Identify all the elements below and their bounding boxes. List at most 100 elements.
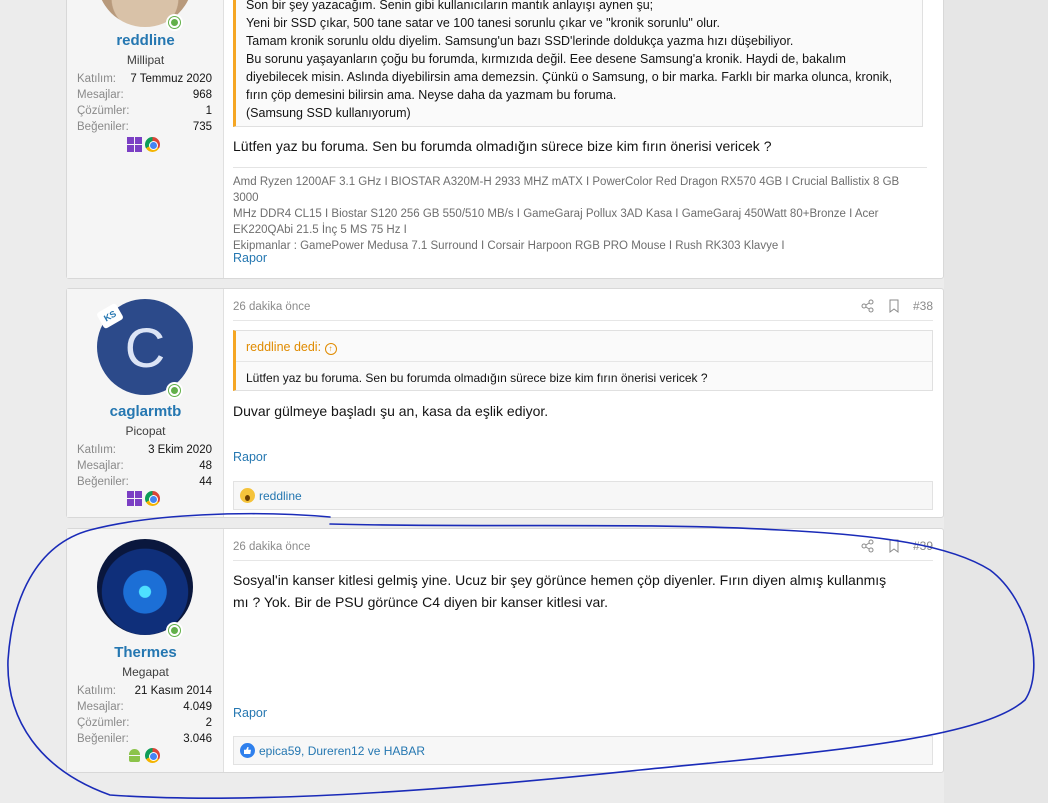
bookmark-icon[interactable] [887,299,901,313]
page-background-right [944,0,1048,803]
online-status-icon [166,622,183,639]
bookmark-icon[interactable] [887,539,901,553]
stat-value: 4.049 [183,701,212,713]
stat-label: Katılım: [77,444,116,456]
online-status-icon [166,14,183,31]
post-number[interactable]: #38 [913,299,933,313]
chrome-icon [145,748,160,763]
quote-text: Lütfen yaz bu foruma. Sen bu forumda olm… [246,371,708,385]
signature-line: Ekipmanlar : GamePower Medusa 7.1 Surrou… [233,240,785,252]
post-body-line: mı ? Yok. Bir de PSU görünce C4 diyen bi… [233,594,609,610]
post-main: Son bir şey yazacağım. Senin gibi kullan… [233,0,933,278]
user-stats: Katılım: 21 Kasım 2014 Mesajlar: 4.049 Çöz… [77,683,212,747]
report-link[interactable]: Rapor [233,251,267,265]
stat-label: Katılım: [77,685,116,697]
post-header: 26 dakika önce #39 [233,539,933,561]
post-caglarmtb: C KS caglarmtb Picopat Katılım: 3 Ekim 20… [66,288,944,518]
quote-line: fırın çöp demesini bilirsin ama. Neyse d… [246,88,617,102]
user-title: Picopat [125,424,166,438]
post-main: 26 dakika önce #38 reddline dedi: ↑ Lütf… [233,289,933,517]
stat-value: 3.046 [183,733,212,745]
share-icon[interactable] [861,539,875,553]
stat-value: 735 [192,121,212,133]
user-sidebar: C KS caglarmtb Picopat Katılım: 3 Ekim 20… [67,289,224,517]
quote-block: reddline dedi: ↑ Lütfen yaz bu foruma. S… [233,330,933,391]
username[interactable]: reddline [67,32,224,49]
quote-block: Son bir şey yazacağım. Senin gibi kullan… [233,0,923,127]
stat-value: 7 Temmuz 2020 [130,73,212,85]
quote-line: (Samsung SSD kullanıyorum) [246,106,411,120]
quote-attribution[interactable]: reddline dedi: ↑ [246,340,337,355]
post-number[interactable]: #39 [913,539,933,553]
report-link[interactable]: Rapor [233,706,267,720]
chrome-icon [145,491,160,506]
post-main: 26 dakika önce #39 Sosyal'in kanser kitl… [233,529,933,772]
signature: Amd Ryzen 1200AF 3.1 GHz I BIOSTAR A320M… [233,167,927,254]
user-sidebar: reddline Millipat Katılım: 7 Temmuz 2020 … [67,0,224,278]
user-sidebar: Thermes Megapat Katılım: 21 Kasım 2014 Me… [67,529,224,772]
stat-value: 2 [205,717,212,729]
stat-value: 3 Ekim 2020 [148,444,212,456]
stat-label: Beğeniler: [77,733,129,745]
signature-line: MHz DDR4 CL15 I Biostar S120 256 GB 550/… [233,208,879,220]
stat-label: Mesajlar: [77,460,124,472]
quote-text: Son bir şey yazacağım. Senin gibi kullan… [246,0,892,122]
windows-icon [127,491,142,506]
post-body-line: Sosyal'in kanser kitlesi gelmiş yine. Uc… [233,572,887,588]
user-title: Megapat [122,665,169,679]
reaction-users[interactable]: reddline [259,489,302,503]
user-badges [127,748,160,763]
stat-label: Mesajlar: [77,701,124,713]
like-reaction-icon [240,743,255,758]
reaction-bar[interactable]: epica59, Dureren12 ve HABAR [233,736,933,765]
post-time[interactable]: 26 dakika önce [233,541,310,553]
quote-line: diyebilecek misin. Aslında diyebilirsin … [246,70,893,84]
share-icon[interactable] [861,299,875,313]
quote-line: Son bir şey yazacağım. Senin gibi kullan… [246,0,654,12]
stat-label: Mesajlar: [77,89,124,101]
avatar[interactable] [97,539,193,639]
username[interactable]: Thermes [67,644,224,661]
avatar-letter: C [124,315,166,379]
android-icon [127,748,142,763]
stat-label: Beğeniler: [77,121,129,133]
avatar[interactable] [97,0,193,31]
quote-line: Tamam kronik sorunlu oldu diyelim. Samsu… [246,34,794,48]
stat-label: Beğeniler: [77,476,129,488]
user-badges [127,137,160,152]
post-time[interactable]: 26 dakika önce [233,301,310,313]
reaction-users[interactable]: epica59, Dureren12 ve HABAR [259,744,425,758]
post-thermes: Thermes Megapat Katılım: 21 Kasım 2014 Me… [66,528,944,773]
user-stats: Katılım: 7 Temmuz 2020 Mesajlar: 968 Çözüm… [77,71,212,135]
post-body: Duvar gülmeye başladı şu an, kasa da eşl… [233,403,549,419]
windows-icon [127,137,142,152]
stat-label: Çözümler: [77,717,130,729]
user-badges [127,491,160,506]
signature-line: EK220QAbi 21.5 İnç 5 MS 75 Hz I [233,224,407,236]
signature-line: Amd Ryzen 1200AF 3.1 GHz I BIOSTAR A320M… [233,176,900,204]
username[interactable]: caglarmtb [67,403,224,420]
stat-label: Katılım: [77,73,116,85]
post-reddline: reddline Millipat Katılım: 7 Temmuz 2020 … [66,0,944,279]
quote-author: reddline dedi: [246,340,322,354]
report-link[interactable]: Rapor [233,450,267,464]
wow-reaction-icon [240,488,255,503]
stat-value: 44 [199,476,212,488]
reaction-bar[interactable]: reddline [233,481,933,510]
post-body: Lütfen yaz bu foruma. Sen bu forumda olm… [233,138,772,154]
online-status-icon [166,382,183,399]
stat-value: 968 [192,89,212,101]
stat-value: 48 [199,460,212,472]
stat-label: Çözümler: [77,105,130,117]
stat-value: 1 [205,105,212,117]
quote-line: Yeni bir SSD çıkar, 500 tane satar ve 10… [246,16,720,30]
stat-value: 21 Kasım 2014 [134,685,212,697]
quote-line: Bu sorunu yaşayanların çoğu bu forumda, … [246,52,846,66]
post-body: Sosyal'in kanser kitlesi gelmiş yine. Uc… [233,569,923,613]
chrome-icon [145,137,160,152]
post-header: 26 dakika önce #38 [233,299,933,321]
user-title: Millipat [126,53,165,67]
arrow-up-circle-icon[interactable]: ↑ [324,343,337,355]
avatar[interactable]: C KS [95,299,193,399]
user-stats: Katılım: 3 Ekim 2020 Mesajlar: 48 Beğenile… [77,442,212,490]
